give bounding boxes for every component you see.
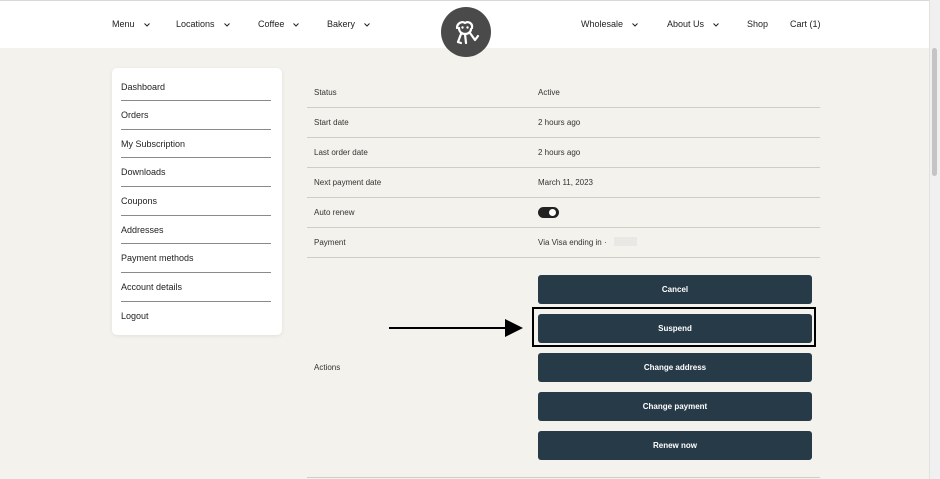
- start-date-label: Start date: [314, 118, 349, 127]
- chevron-down-icon: [293, 19, 300, 29]
- status-value: Active: [538, 88, 560, 97]
- renew-now-button[interactable]: Renew now: [538, 431, 812, 460]
- nav-bakery-label: Bakery: [327, 19, 356, 29]
- row-divider: [307, 257, 820, 258]
- account-sidebar: Dashboard Orders My Subscription Downloa…: [112, 68, 282, 335]
- nav-about-us[interactable]: About Us: [667, 19, 719, 29]
- sidebar-item-downloads[interactable]: Downloads: [121, 167, 271, 177]
- chevron-down-icon: [632, 19, 638, 29]
- sidebar-item-orders[interactable]: Orders: [121, 110, 271, 120]
- row-divider: [307, 227, 820, 228]
- change-payment-button[interactable]: Change payment: [538, 392, 812, 421]
- status-label: Status: [314, 88, 337, 97]
- sidebar-divider: [121, 215, 271, 216]
- last-order-date-value: 2 hours ago: [538, 148, 581, 157]
- sidebar-divider: [121, 157, 271, 158]
- sidebar-item-addresses[interactable]: Addresses: [121, 225, 271, 235]
- sidebar-divider: [121, 186, 271, 187]
- redacted-card-digits: [614, 237, 637, 246]
- sidebar-divider: [121, 243, 271, 244]
- auto-renew-toggle[interactable]: [538, 207, 559, 218]
- nav-cart-label: Cart (1): [790, 19, 821, 29]
- nav-coffee-label: Coffee: [258, 19, 285, 29]
- sidebar-divider: [121, 301, 271, 302]
- chevron-down-icon: [713, 19, 719, 29]
- nav-coffee[interactable]: Coffee: [258, 19, 300, 29]
- row-divider: [307, 167, 820, 168]
- sidebar-item-account-details[interactable]: Account details: [121, 282, 271, 292]
- nav-cart[interactable]: Cart (1): [790, 19, 821, 29]
- nav-shop-label: Shop: [747, 19, 769, 29]
- sidebar-item-logout[interactable]: Logout: [121, 311, 271, 321]
- nav-wholesale[interactable]: Wholesale: [581, 19, 638, 29]
- nav-menu[interactable]: Menu: [112, 19, 150, 29]
- next-payment-date-label: Next payment date: [314, 178, 382, 187]
- sidebar-divider: [121, 100, 271, 101]
- monkey-logo-icon[interactable]: [441, 7, 491, 57]
- cancel-button[interactable]: Cancel: [538, 275, 812, 304]
- sidebar-item-payment-methods[interactable]: Payment methods: [121, 253, 271, 263]
- nav-bakery[interactable]: Bakery: [327, 19, 370, 29]
- sidebar-item-my-subscription[interactable]: My Subscription: [121, 139, 271, 149]
- nav-shop[interactable]: Shop: [747, 19, 768, 29]
- sidebar-divider: [121, 129, 271, 130]
- nav-about-us-label: About Us: [667, 19, 705, 29]
- next-payment-date-value: March 11, 2023: [538, 178, 593, 187]
- row-divider: [307, 477, 820, 478]
- change-address-button[interactable]: Change address: [538, 353, 812, 382]
- chevron-down-icon: [364, 19, 370, 29]
- arrow-right-icon: [505, 319, 523, 337]
- nav-locations-label: Locations: [176, 19, 215, 29]
- annotation-arrow-line: [389, 327, 506, 329]
- sidebar-divider: [121, 272, 271, 273]
- start-date-value: 2 hours ago: [538, 118, 581, 127]
- sidebar-item-coupons[interactable]: Coupons: [121, 196, 271, 206]
- payment-value: Via Visa ending in ·: [538, 238, 607, 247]
- actions-label: Actions: [314, 363, 341, 372]
- suspend-highlight-box: [532, 307, 816, 347]
- chevron-down-icon: [143, 19, 150, 29]
- row-divider: [307, 137, 820, 138]
- nav-menu-label: Menu: [112, 19, 135, 29]
- auto-renew-label: Auto renew: [314, 208, 355, 217]
- sidebar-item-dashboard[interactable]: Dashboard: [121, 82, 271, 92]
- nav-locations[interactable]: Locations: [176, 19, 230, 29]
- nav-wholesale-label: Wholesale: [581, 19, 624, 29]
- scrollbar-thumb[interactable]: [932, 48, 937, 176]
- row-divider: [307, 107, 820, 108]
- last-order-date-label: Last order date: [314, 148, 368, 157]
- toggle-knob: [549, 209, 556, 216]
- chevron-down-icon: [223, 19, 230, 29]
- row-divider: [307, 197, 820, 198]
- payment-label: Payment: [314, 238, 346, 247]
